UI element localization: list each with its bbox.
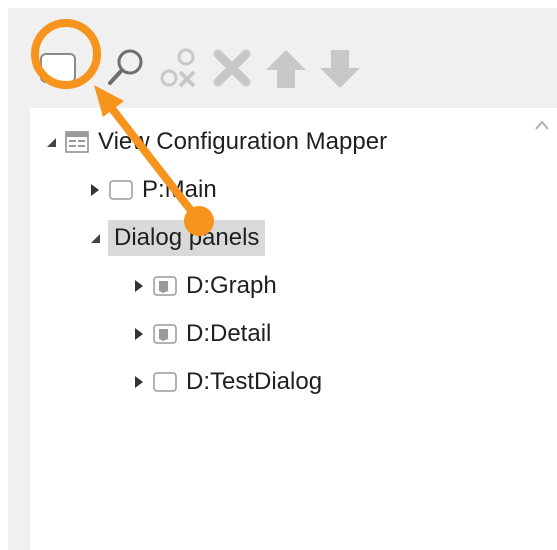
mapper-window: View Configuration Mapper P:Main Dialog … — [8, 8, 557, 550]
tree-node-label: D:TestDialog — [186, 368, 323, 395]
arrow-up-icon — [266, 50, 306, 88]
tree-node-dialog-panels[interactable]: Dialog panels — [88, 218, 266, 258]
tree-node-d-graph[interactable]: D:Graph — [132, 266, 277, 306]
delete-button[interactable] — [204, 40, 260, 96]
delete-x-icon — [213, 49, 251, 87]
tree-node-label: D:Detail — [186, 320, 272, 347]
tree-node-p-main[interactable]: P:Main — [88, 170, 217, 210]
tree-node-d-testdialog[interactable]: D:TestDialog — [132, 362, 322, 402]
remove-mapping-icon — [160, 48, 196, 88]
move-down-button[interactable] — [312, 40, 368, 96]
tree-node-label: D:Graph — [186, 272, 277, 299]
search-icon — [108, 49, 143, 85]
mapper-tree: View Configuration Mapper P:Main Dialog … — [30, 108, 527, 550]
expand-icon[interactable] — [132, 375, 146, 389]
tree-node-label: View Configuration Mapper — [98, 128, 388, 155]
tree-node-label: Dialog panels — [108, 220, 266, 256]
expand-icon[interactable] — [88, 183, 102, 197]
expand-icon[interactable] — [132, 279, 146, 293]
tree-node-root[interactable]: View Configuration Mapper — [44, 122, 387, 162]
move-up-button[interactable] — [258, 40, 314, 96]
tree-node-d-detail[interactable]: D:Detail — [132, 314, 271, 354]
panel-icon — [40, 53, 76, 83]
toolbar — [8, 8, 557, 108]
new-panel-button[interactable] — [30, 40, 86, 96]
arrow-down-icon — [320, 50, 360, 88]
scroll-up-icon[interactable] — [533, 118, 551, 132]
collapse-icon[interactable] — [88, 231, 102, 245]
mapper-icon — [64, 129, 90, 155]
search-button[interactable] — [98, 40, 154, 96]
dialog-panel-icon — [152, 321, 178, 347]
panel-empty-icon — [152, 369, 178, 395]
panel-empty-icon — [108, 177, 134, 203]
tree-node-label: P:Main — [142, 176, 217, 203]
vertical-scrollbar[interactable] — [527, 108, 557, 550]
expand-icon[interactable] — [132, 327, 146, 341]
remove-mapping-button[interactable] — [152, 40, 208, 96]
collapse-icon[interactable] — [44, 135, 58, 149]
dialog-panel-icon — [152, 273, 178, 299]
